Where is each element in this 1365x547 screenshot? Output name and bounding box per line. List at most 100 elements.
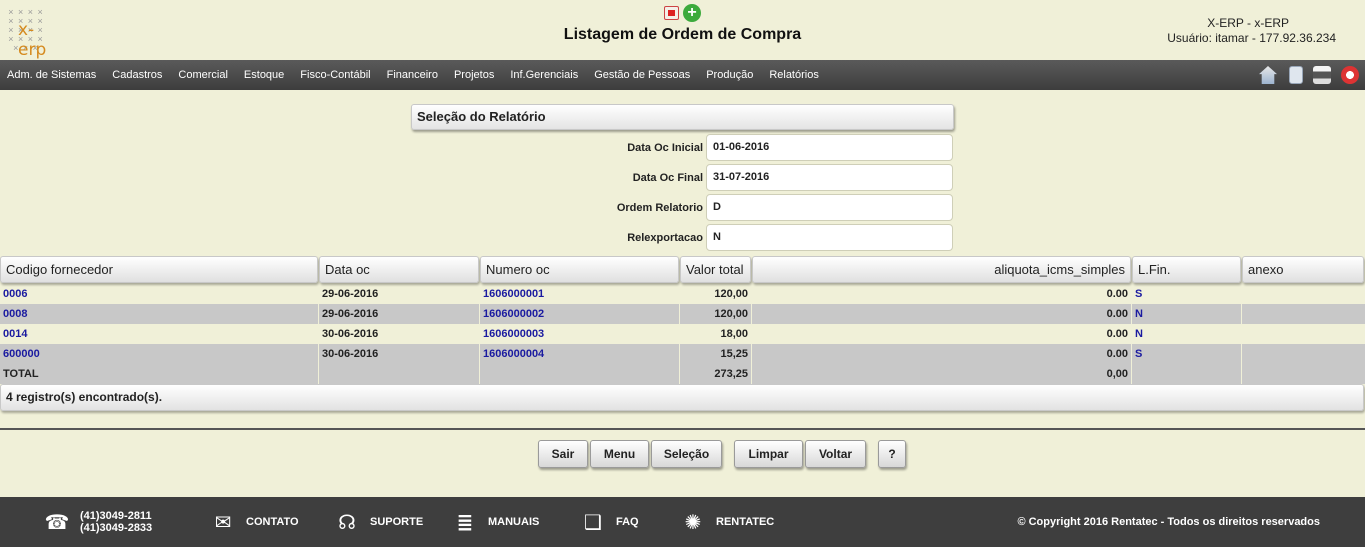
- menu-item-projetos[interactable]: Projetos: [454, 60, 494, 90]
- numero-oc-link[interactable]: 1606000002: [480, 304, 679, 324]
- codigo-fornecedor-link[interactable]: 600000: [0, 344, 318, 364]
- menu-item-comercial[interactable]: Comercial: [178, 60, 228, 90]
- menu-item-relatorios[interactable]: Relatórios: [769, 60, 819, 90]
- pdf-icon[interactable]: [664, 6, 679, 20]
- home-icon[interactable]: [1259, 66, 1277, 84]
- power-icon[interactable]: [1341, 66, 1359, 84]
- table-row: 0008 29-06-2016 1606000002 120,00 0.00 N: [0, 304, 1365, 324]
- column-header-valor[interactable]: Valor total: [680, 256, 751, 283]
- total-label: TOTAL: [3, 368, 39, 380]
- column-header-data[interactable]: Data oc: [319, 256, 479, 283]
- total-aliquota: 0,00: [1106, 368, 1128, 380]
- menu-item-financeiro[interactable]: Financeiro: [387, 60, 438, 90]
- column-header-codigo[interactable]: Codigo fornecedor: [0, 256, 318, 283]
- numero-oc-link[interactable]: 1606000001: [480, 284, 679, 304]
- page-title: Listagem de Ordem de Compra: [563, 26, 802, 43]
- field-row-data-final: Data Oc Final 31-07-2016: [411, 164, 954, 192]
- menu-button[interactable]: Menu: [590, 440, 649, 468]
- relexportacao-input[interactable]: N: [706, 224, 953, 251]
- phone-numbers: (41)3049-2811 (41)3049-2833: [80, 510, 152, 534]
- faq-icon: ❑: [584, 511, 602, 534]
- menu-item-fisco-contabil[interactable]: Fisco-Contábil: [300, 60, 370, 90]
- field-row-relexportacao: Relexportacao N: [411, 224, 954, 252]
- lfin-link[interactable]: N: [1132, 304, 1241, 324]
- menu-icons: [1259, 66, 1359, 84]
- footer-faq[interactable]: ❑ FAQ: [580, 497, 639, 547]
- records-found-status: 4 registro(s) encontrado(s).: [0, 384, 1364, 411]
- data-oc-cell: 29-06-2016: [322, 288, 379, 300]
- aliquota-cell: 0.00: [1106, 328, 1128, 340]
- menu-item-gestao-pessoas[interactable]: Gestão de Pessoas: [594, 60, 690, 90]
- phone-icon: ☎: [44, 511, 70, 534]
- valor-total-cell: 15,25: [720, 348, 748, 360]
- copyright: © Copyright 2016 Rentatec - Todos os dir…: [1017, 516, 1320, 528]
- field-label: Data Oc Final: [632, 172, 703, 184]
- numero-oc-link[interactable]: 1606000003: [480, 324, 679, 344]
- column-header-lfin[interactable]: L.Fin.: [1132, 256, 1241, 283]
- lfin-link[interactable]: S: [1132, 284, 1241, 304]
- anexo-cell: [1242, 324, 1364, 344]
- total-row: TOTAL 273,25 0,00: [0, 364, 1365, 384]
- codigo-fornecedor-link[interactable]: 0008: [0, 304, 318, 324]
- table-row: 600000 30-06-2016 1606000004 15,25 0.00 …: [0, 344, 1365, 364]
- aliquota-cell: 0.00: [1106, 288, 1128, 300]
- menu-item-estoque[interactable]: Estoque: [244, 60, 284, 90]
- rentatec-icon: ✺: [684, 511, 702, 534]
- aliquota-cell: 0.00: [1106, 308, 1128, 320]
- footer-phones: ☎ (41)3049-2811 (41)3049-2833: [44, 497, 153, 547]
- anexo-cell: [1242, 344, 1364, 364]
- ordem-relatorio-input[interactable]: D: [706, 194, 953, 221]
- aliquota-cell: 0.00: [1106, 348, 1128, 360]
- mail-icon: ✉: [214, 511, 232, 534]
- help-button[interactable]: ?: [878, 440, 906, 468]
- footer-manuais[interactable]: ≣ MANUAIS: [452, 497, 540, 547]
- divider: [0, 428, 1365, 430]
- print-icon[interactable]: [1313, 66, 1331, 84]
- app-name: X-ERP - x-ERP: [1207, 16, 1289, 30]
- sair-button[interactable]: Sair: [538, 440, 588, 468]
- menu-item-adm-sistemas[interactable]: Adm. de Sistemas: [7, 60, 96, 90]
- data-oc-cell: 29-06-2016: [322, 308, 379, 320]
- data-oc-inicial-input[interactable]: 01-06-2016: [706, 134, 953, 161]
- voltar-button[interactable]: Voltar: [805, 440, 866, 468]
- lfin-link[interactable]: N: [1132, 324, 1241, 344]
- column-header-aliquota[interactable]: aliquota_icms_simples: [752, 256, 1131, 283]
- field-label: Data Oc Inicial: [627, 142, 703, 154]
- field-row-ordem-relatorio: Ordem Relatorio D: [411, 194, 954, 222]
- menu-item-producao[interactable]: Produção: [706, 60, 753, 90]
- menu-item-inf-gerenciais[interactable]: Inf.Gerenciais: [510, 60, 578, 90]
- numero-oc-link[interactable]: 1606000004: [480, 344, 679, 364]
- table-row: 0006 29-06-2016 1606000001 120,00 0.00 S: [0, 284, 1365, 304]
- contato-link[interactable]: CONTATO: [246, 516, 299, 528]
- footer-contato[interactable]: ✉ CONTATO: [210, 497, 299, 547]
- menu-items: Adm. de Sistemas Cadastros Comercial Est…: [7, 60, 835, 90]
- column-header-numero[interactable]: Numero oc: [480, 256, 679, 283]
- rentatec-link[interactable]: RENTATEC: [716, 516, 774, 528]
- codigo-fornecedor-link[interactable]: 0006: [0, 284, 318, 304]
- data-oc-cell: 30-06-2016: [322, 348, 379, 360]
- limpar-button[interactable]: Limpar: [734, 440, 803, 468]
- lfin-link[interactable]: S: [1132, 344, 1241, 364]
- anexo-cell: [1242, 304, 1364, 324]
- headset-icon: ☊: [338, 511, 356, 534]
- manuais-link[interactable]: MANUAIS: [488, 516, 539, 528]
- table-row: 0014 30-06-2016 1606000003 18,00 0.00 N: [0, 324, 1365, 344]
- header: × × × × × × × × × × × × × × × × × × × x-erp …: [0, 0, 1365, 60]
- data-oc-final-input[interactable]: 31-07-2016: [706, 164, 953, 191]
- books-icon: ≣: [456, 511, 474, 534]
- suporte-link[interactable]: SUPORTE: [370, 516, 423, 528]
- column-header-anexo[interactable]: anexo: [1242, 256, 1364, 283]
- menu-item-cadastros[interactable]: Cadastros: [112, 60, 162, 90]
- faq-link[interactable]: FAQ: [616, 516, 639, 528]
- footer-suporte[interactable]: ☊ SUPORTE: [334, 497, 423, 547]
- add-icon[interactable]: +: [683, 4, 701, 22]
- user-info: Usuário: itamar - 177.92.36.234: [1167, 31, 1336, 45]
- codigo-fornecedor-link[interactable]: 0014: [0, 324, 318, 344]
- phone-1: (41)3049-2811: [80, 510, 152, 522]
- selecao-button[interactable]: Seleção: [651, 440, 722, 468]
- footer-rentatec[interactable]: ✺ RENTATEC: [680, 497, 775, 547]
- field-label: Ordem Relatorio: [616, 202, 703, 214]
- phone-2: (41)3049-2833: [80, 522, 153, 534]
- menu-bar: Adm. de Sistemas Cadastros Comercial Est…: [0, 60, 1365, 90]
- document-icon[interactable]: [1289, 66, 1303, 84]
